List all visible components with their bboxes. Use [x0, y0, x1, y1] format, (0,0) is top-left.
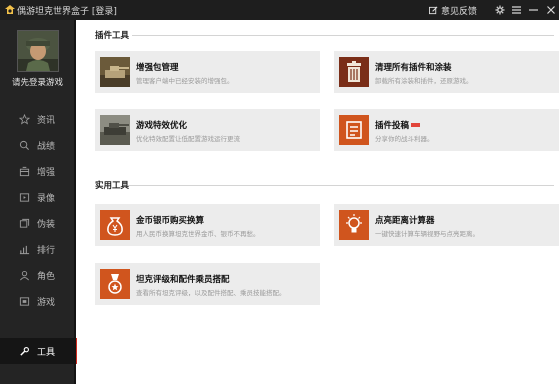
tank-thumbnail-icon: [100, 57, 130, 87]
card-description: 一键快速计算车辆视野与点亮距离。: [375, 230, 479, 238]
nav-item-record[interactable]: 战绩: [0, 132, 75, 158]
nav-item-camouflage[interactable]: 伪装: [0, 210, 75, 236]
nav-label: 工具: [37, 347, 56, 358]
nav-label: 录像: [37, 193, 56, 204]
submit-document-icon: [339, 115, 369, 145]
nav-label: 游戏: [37, 297, 56, 308]
nav-label: 伪装: [37, 219, 56, 230]
card-description: 管理客户端中已经安装的增强包。: [136, 77, 234, 85]
card-effects[interactable]: 游戏特效优化 优化特效配置让低配置游戏运行更流: [95, 109, 320, 151]
card-cleanup[interactable]: 清理所有插件和涂装 卸载所有涂装和插件，还原游戏。: [334, 51, 559, 93]
new-badge: [411, 122, 421, 127]
feedback-label: 意见反馈: [440, 6, 477, 17]
tank-effects-thumbnail-icon: [100, 115, 130, 145]
card-gold[interactable]: 金币银币购买换算 用人民币换算坦克世界金币、银币不再愁。: [95, 204, 320, 246]
nav-item-game[interactable]: 游戏: [0, 288, 75, 314]
gear-icon: [495, 5, 504, 15]
card-description: 分享你的战斗利器。: [375, 135, 434, 143]
menu-icon: [512, 6, 521, 14]
card-title: 插件投稿: [375, 119, 421, 131]
trash-icon: [339, 57, 369, 87]
bar-chart-icon: [18, 243, 30, 255]
game-icon: [18, 295, 30, 307]
window-title: 偶游坦克世界盒子 [登录]: [17, 7, 117, 17]
close-icon: [546, 6, 555, 14]
card-title: 金币银币购买换算: [136, 216, 205, 226]
person-icon: [18, 269, 30, 281]
nav-label: 增强: [37, 167, 56, 178]
settings-button[interactable]: [491, 0, 508, 20]
star-icon: [18, 113, 30, 125]
nav-label: 角色: [37, 271, 56, 282]
section-title-plugins: 插件工具: [95, 31, 130, 41]
video-icon: [18, 191, 30, 203]
card-title-text: 插件投稿: [375, 121, 410, 131]
card-spot[interactable]: 点亮距离计算器 一键快速计算车辆视野与点亮距离。: [334, 204, 559, 246]
card-title: 清理所有插件和涂装: [375, 63, 452, 73]
card-description: 优化特效配置让低配置游戏运行更流: [136, 135, 240, 143]
wrench-icon: [18, 345, 30, 357]
nav-item-enhance[interactable]: 增强: [0, 158, 75, 184]
edit-icon: [428, 6, 438, 14]
card-submit[interactable]: 插件投稿 分享你的战斗利器。: [334, 109, 559, 151]
section-divider: [128, 185, 554, 186]
nav-label: 资讯: [37, 115, 56, 126]
card-title: 坦克评级和配件乘员搭配: [136, 275, 230, 285]
camouflage-icon: [18, 217, 30, 229]
nav-item-ranking[interactable]: 排行: [0, 236, 75, 262]
lightbulb-icon: [339, 210, 369, 240]
nav-item-replay[interactable]: 录像: [0, 184, 75, 210]
card-title: 游戏特效优化: [136, 121, 188, 131]
card-description: 用人民币换算坦克世界金币、银币不再愁。: [136, 230, 260, 238]
card-title: 增强包管理: [136, 63, 179, 73]
avatar[interactable]: [17, 30, 59, 72]
app-logo-icon: [5, 5, 15, 14]
sidebar-divider: [74, 20, 76, 384]
feedback-button[interactable]: 意见反馈: [428, 4, 477, 17]
search-icon: [18, 139, 30, 151]
card-enhance[interactable]: 增强包管理 管理客户端中已经安装的增强包。: [95, 51, 320, 93]
nav-label: 排行: [37, 245, 56, 256]
nav-item-role[interactable]: 角色: [0, 262, 75, 288]
medal-icon: [100, 269, 130, 299]
nav-item-tools[interactable]: 工具: [0, 338, 77, 364]
section-title-utilities: 实用工具: [95, 181, 130, 191]
close-button[interactable]: [542, 0, 559, 20]
nav-item-news[interactable]: 资讯: [0, 106, 75, 132]
box-icon: [18, 165, 30, 177]
login-prompt[interactable]: 请先登录游戏: [0, 76, 75, 88]
card-description: 查看所有坦克评级，以及配件搭配、乘员技能搭配。: [136, 289, 286, 297]
card-title: 点亮距离计算器: [375, 216, 435, 226]
soldier-avatar-icon: [18, 31, 58, 71]
section-divider: [132, 35, 554, 36]
money-bag-icon: [100, 210, 130, 240]
sidebar: 请先登录游戏 资讯 战绩 增强 录像 伪装 排行 角色 游戏 工具: [0, 20, 77, 384]
card-tank-rating[interactable]: 坦克评级和配件乘员搭配 查看所有坦克评级，以及配件搭配、乘员技能搭配。: [95, 263, 320, 305]
nav-label: 战绩: [37, 141, 56, 152]
minimize-button[interactable]: [525, 0, 542, 20]
title-bar: 偶游坦克世界盒子 [登录] 意见反馈: [0, 0, 559, 20]
menu-button[interactable]: [508, 0, 525, 20]
minimize-icon: [529, 9, 538, 11]
card-description: 卸载所有涂装和插件，还原游戏。: [375, 77, 473, 85]
